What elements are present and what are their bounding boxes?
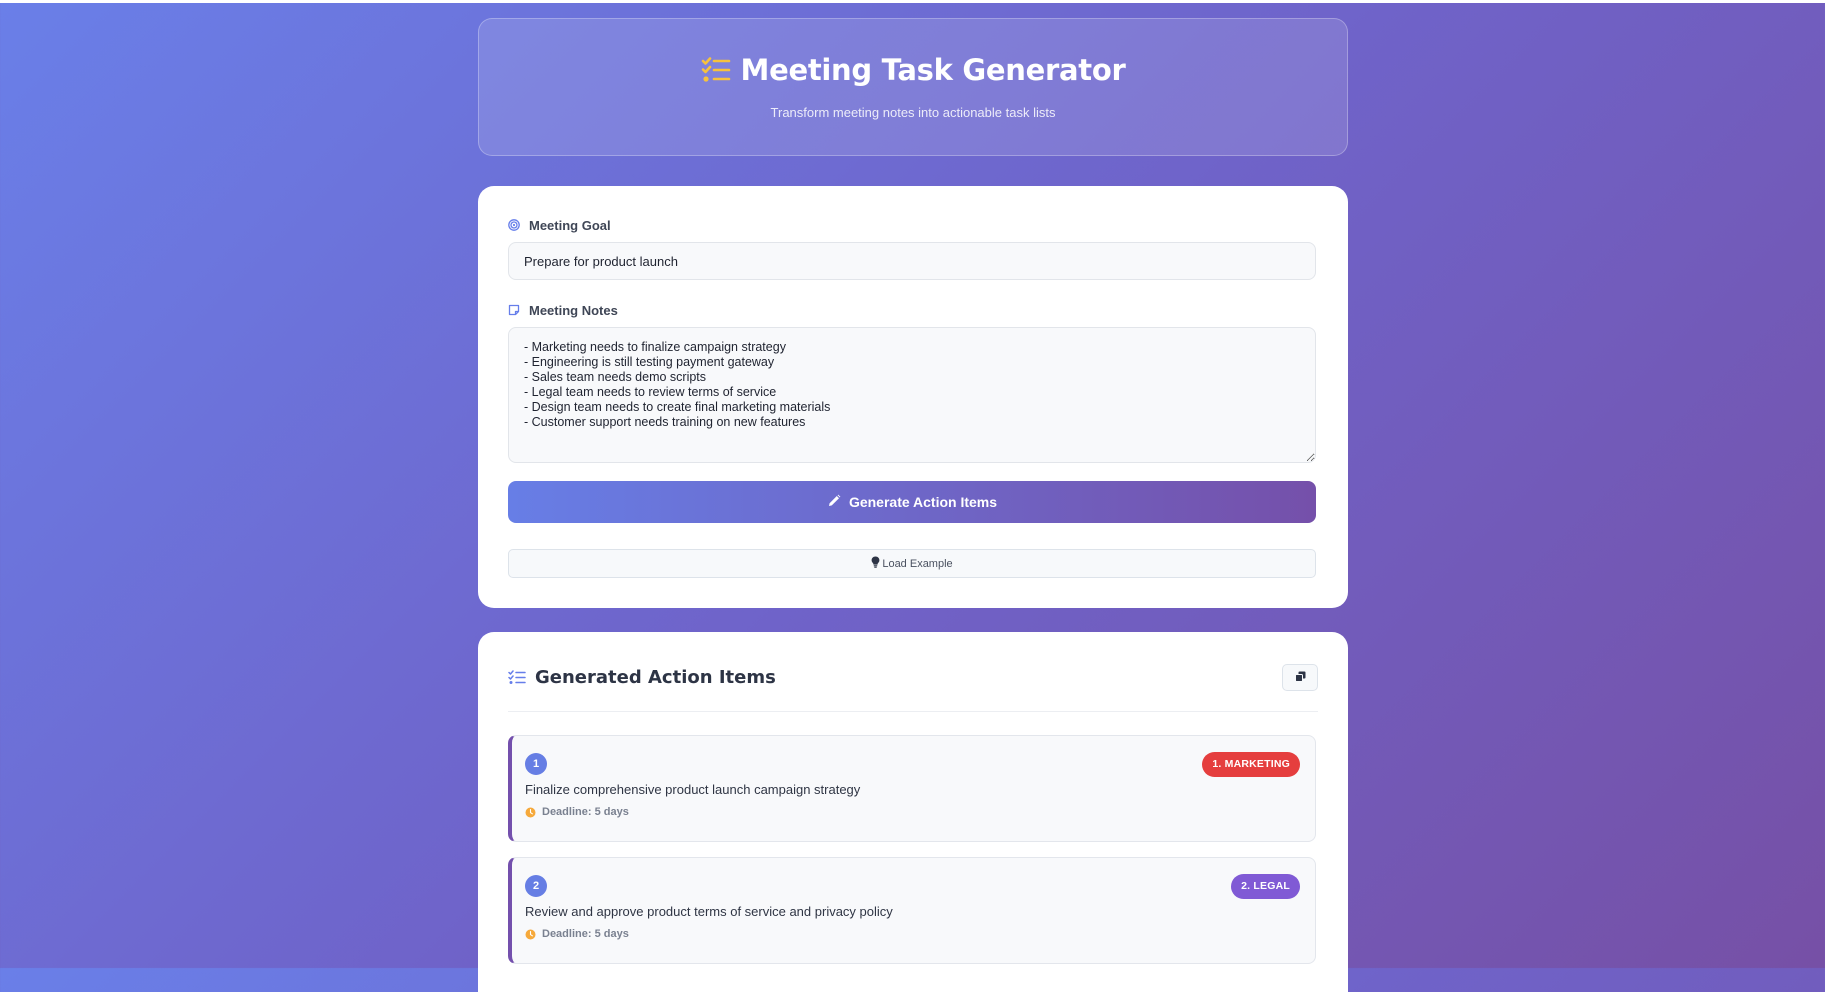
results-header: Generated Action Items [508,663,1318,712]
lightbulb-icon [871,556,880,571]
task-card: 2 2. LEGAL Review and approve product te… [508,857,1316,964]
tasks-icon [508,669,526,685]
goal-label-text: Meeting Goal [529,217,611,233]
task-top: 2 2. LEGAL [525,873,1300,899]
target-icon [508,219,520,231]
pencil-icon [827,494,841,511]
task-number: 2 [525,875,547,897]
generate-button-label: Generate Action Items [848,494,998,510]
task-deadline: Deadline: 5 days [525,928,1300,940]
copy-icon [1294,670,1306,685]
task-category-badge: 2. LEGAL [1231,873,1300,899]
task-deadline: Deadline: 5 days [525,806,1300,818]
load-example-label: Load Example [882,557,953,570]
top-strip [0,0,1825,3]
page-title: Meeting Task Generator [740,53,1126,87]
notes-label-text: Meeting Notes [529,302,618,318]
sticky-note-icon [508,304,520,316]
task-deadline-text: Deadline: 5 days [542,928,629,940]
header-card: Meeting Task Generator Transform meeting… [478,18,1348,156]
notes-label: Meeting Notes [508,302,1318,318]
load-example-button[interactable]: Load Example [508,549,1316,578]
clock-icon [525,929,536,940]
meeting-goal-input[interactable] [508,242,1316,280]
task-list: 1 1. MARKETING Finalize comprehensive pr… [508,735,1318,964]
goal-label: Meeting Goal [508,217,1318,233]
task-text: Review and approve product terms of serv… [525,904,893,919]
results-title-row: Generated Action Items [508,667,776,688]
task-top: 1 1. MARKETING [525,751,1300,777]
clock-icon [525,807,536,818]
results-card: Generated Action Items 1 1. MARKETING Fi… [478,632,1348,992]
form-card: Meeting Goal Meeting Notes Generate Acti… [478,186,1348,608]
results-title: Generated Action Items [535,666,776,688]
meeting-notes-textarea[interactable] [508,327,1316,463]
page-subtitle: Transform meeting notes into actionable … [770,105,1056,120]
task-number: 1 [525,753,547,775]
tasks-icon [701,57,731,83]
task-text: Finalize comprehensive product launch ca… [525,782,861,797]
copy-button[interactable] [1282,663,1318,691]
task-category-badge: 1. MARKETING [1202,751,1300,777]
generate-action-items-button[interactable]: Generate Action Items [508,481,1316,523]
app-container: Meeting Task Generator Transform meeting… [478,18,1348,992]
task-card: 1 1. MARKETING Finalize comprehensive pr… [508,735,1316,842]
header-title-row: Meeting Task Generator [479,53,1347,87]
task-deadline-text: Deadline: 5 days [542,806,629,818]
